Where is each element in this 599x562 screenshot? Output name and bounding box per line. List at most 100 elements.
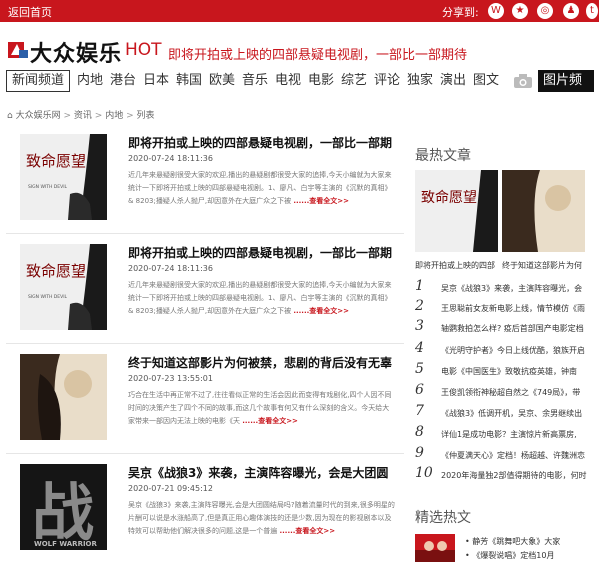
article-item: 战 WOLF WARRIOR 吴京《战狼3》来袭，主演阵容曝光，会是大团圆 20… bbox=[6, 454, 404, 562]
read-more-link[interactable]: ......查看全文>> bbox=[293, 307, 349, 315]
article-summary-text: 近几年来悬疑剧很受大家的欢迎,播出的悬疑剧都很受大家的追捧,今天小编就为大家来统… bbox=[128, 281, 392, 315]
rank-title[interactable]: 详仙1是成功电影？主演惊片新高票房, bbox=[441, 429, 593, 440]
rank-item[interactable]: 3 轴鹦救拍怎么样? 疫后首部国产电影定档 bbox=[415, 318, 593, 338]
thumb-subtitle-text: SIGN WITH DEVIL bbox=[28, 294, 68, 300]
hot-article-caption[interactable]: 即将开拍或上映的四部 bbox=[415, 260, 503, 271]
article-thumbnail[interactable]: 致命愿望 SIGN WITH DEVIL bbox=[20, 134, 107, 220]
thumb-title-text: 致命愿望 bbox=[26, 152, 86, 170]
nav-item-japan[interactable]: 日本 bbox=[143, 70, 169, 92]
top-bar: 返回首页 分享到: W ★ ◎ ♟ t bbox=[0, 0, 599, 22]
hot-article-image[interactable] bbox=[502, 170, 585, 252]
rank-item[interactable]: 9 《仲夏满天心》定档！杨超越、许魏洲恋 bbox=[415, 445, 593, 465]
rank-title[interactable]: 《战狼3》低调开机，吴京、余男继续出 bbox=[441, 408, 593, 419]
read-more-link[interactable]: ......查看全文>> bbox=[279, 527, 335, 535]
hot-articles-title: 最热文章 bbox=[415, 148, 471, 164]
article-date: 2020-07-23 13:55:01 bbox=[128, 374, 213, 383]
rank-number: 2 bbox=[415, 298, 424, 314]
rank-number: 5 bbox=[415, 361, 424, 377]
rank-number: 8 bbox=[415, 424, 424, 440]
logo-icon[interactable] bbox=[8, 40, 28, 60]
rank-number: 4 bbox=[415, 340, 424, 356]
nav-item-korea[interactable]: 韩国 bbox=[176, 70, 202, 92]
weibo-icon[interactable]: W bbox=[488, 3, 504, 19]
share-label: 分享到: bbox=[442, 6, 479, 19]
read-more-link[interactable]: ......查看全文>> bbox=[293, 197, 349, 205]
rank-title[interactable]: 电影《中国医生》致敬抗疫英雄，钟南 bbox=[441, 366, 593, 377]
article-item: 终于知道这部影片为何被禁，悲剧的背后没有无辜 2020-07-23 13:55:… bbox=[6, 344, 404, 454]
rank-item[interactable]: 4 《光明守护者》今日上线优酷，狼族开启 bbox=[415, 340, 593, 360]
rank-title[interactable]: 轴鹦救拍怎么样? 疫后首部国产电影定档 bbox=[441, 323, 593, 334]
camera-icon bbox=[514, 74, 532, 88]
article-summary: 巧合在生活中再正常不过了,往往看似正常的生活会因此而变得有戏剧化,四个人因不同时… bbox=[128, 389, 396, 429]
rank-number: 10 bbox=[415, 465, 433, 481]
hot-headline-link[interactable]: 即将开拍或上映的四部悬疑电视剧，一部比一部期待 bbox=[168, 44, 467, 63]
article-thumbnail[interactable]: 致命愿望 SIGN WITH DEVIL bbox=[20, 244, 107, 330]
rank-number: 6 bbox=[415, 382, 424, 398]
rank-title[interactable]: 王俊凯领衔神秘超自然之《749局》，带 bbox=[441, 387, 593, 398]
nav-item-movie[interactable]: 电影 bbox=[308, 70, 334, 92]
wechat-icon[interactable]: ◎ bbox=[537, 3, 553, 19]
rank-title[interactable]: 2020年海量独2部值得期待的电影，何时 bbox=[441, 470, 593, 481]
breadcrumb-list: 列表 bbox=[136, 111, 155, 121]
rank-item[interactable]: 10 2020年海量独2部值得期待的电影，何时 bbox=[415, 465, 593, 485]
featured-article-image[interactable] bbox=[415, 534, 455, 562]
nav-item-performance[interactable]: 演出 bbox=[440, 70, 466, 92]
article-title-link[interactable]: 即将开拍或上映的四部悬疑电视剧，一部比一部期 bbox=[128, 134, 398, 151]
rank-number: 3 bbox=[415, 318, 424, 334]
nav-item-western[interactable]: 欧美 bbox=[209, 70, 235, 92]
nav-item-exclusive[interactable]: 独家 bbox=[407, 70, 433, 92]
nav-item-mainland[interactable]: 内地 bbox=[77, 70, 103, 92]
hot-label: HOT bbox=[125, 40, 162, 60]
rank-item[interactable]: 1 吴京《战狼3》来袭，主演阵容曝光，会 bbox=[415, 278, 593, 298]
article-title-link[interactable]: 即将开拍或上映的四部悬疑电视剧，一部比一部期 bbox=[128, 244, 398, 261]
home-icon: ⌂ bbox=[7, 111, 13, 121]
rank-number: 9 bbox=[415, 445, 424, 461]
rank-number: 7 bbox=[415, 403, 424, 419]
rank-item[interactable]: 7 《战狼3》低调开机，吴京、余男继续出 bbox=[415, 403, 593, 423]
article-title-link[interactable]: 吴京《战狼3》来袭，主演阵容曝光，会是大团圆 bbox=[128, 464, 398, 481]
thumb-title-text: 致命愿望 bbox=[26, 262, 86, 280]
nav-item-variety[interactable]: 综艺 bbox=[341, 70, 367, 92]
nav-item-hk-tw[interactable]: 港台 bbox=[110, 70, 136, 92]
article-item: 致命愿望 SIGN WITH DEVIL 即将开拍或上映的四部悬疑电视剧，一部比… bbox=[6, 234, 404, 344]
thumb-subtitle-text: SIGN WITH DEVIL bbox=[28, 184, 68, 190]
article-summary-text: 吴京《战狼3》来袭,主演阵容曝光,会是大团圆结局吗?随着流量时代的到来,很多明星… bbox=[128, 501, 395, 535]
rank-title[interactable]: 《仲夏满天心》定档！杨超越、许魏洲恋 bbox=[441, 450, 593, 461]
home-link[interactable]: 返回首页 bbox=[8, 4, 52, 20]
site-logo-text[interactable]: 大众娱乐 bbox=[30, 36, 122, 68]
breadcrumb-home[interactable]: 大众娱乐网 bbox=[16, 111, 61, 121]
article-summary: 吴京《战狼3》来袭,主演阵容曝光,会是大团圆结局吗?随着流量时代的到来,很多明星… bbox=[128, 499, 396, 539]
breadcrumb: ⌂ 大众娱乐网 > 资讯 > 内地 > 列表 bbox=[7, 108, 155, 121]
nav-item-photo-channel[interactable]: 图片频道 bbox=[538, 70, 594, 110]
article-thumbnail[interactable] bbox=[20, 354, 107, 440]
rank-number: 1 bbox=[415, 278, 424, 294]
nav-item-music[interactable]: 音乐 bbox=[242, 70, 268, 92]
rank-title[interactable]: 王思聪前女友新电影上线，情节模仿《雨 bbox=[441, 303, 593, 314]
breadcrumb-news[interactable]: 资讯 bbox=[74, 111, 92, 121]
article-thumbnail[interactable]: 战 WOLF WARRIOR bbox=[20, 464, 107, 550]
article-item: 致命愿望 SIGN WITH DEVIL 即将开拍或上映的四部悬疑电视剧，一部比… bbox=[6, 124, 404, 234]
tencent-weibo-icon[interactable]: t bbox=[586, 3, 598, 19]
nav-item-pictorial[interactable]: 图文 bbox=[473, 70, 499, 92]
hot-article-caption[interactable]: 终于知道这部影片为何 bbox=[502, 260, 590, 271]
hot-article-image[interactable]: 致命愿望 bbox=[415, 170, 498, 252]
rank-item[interactable]: 2 王思聪前女友新电影上线，情节模仿《雨 bbox=[415, 298, 593, 318]
rank-title[interactable]: 《光明守护者》今日上线优酷，狼族开启 bbox=[441, 345, 593, 356]
featured-article-link[interactable]: • 静芳《跳舞吧大象》大家 bbox=[465, 536, 560, 547]
rank-item[interactable]: 5 电影《中国医生》致敬抗疫英雄，钟南 bbox=[415, 361, 593, 381]
breadcrumb-mainland[interactable]: 内地 bbox=[105, 111, 123, 121]
rank-item[interactable]: 6 王俊凯领衔神秘超自然之《749局》，带 bbox=[415, 382, 593, 402]
read-more-link[interactable]: ......查看全文>> bbox=[242, 417, 298, 425]
thumb-subtitle-text: WOLF WARRIOR bbox=[34, 540, 98, 548]
nav-item-news[interactable]: 新闻频道 bbox=[6, 70, 71, 92]
qq-icon[interactable]: ♟ bbox=[563, 3, 579, 19]
article-date: 2020-07-24 18:11:36 bbox=[128, 154, 213, 163]
article-title-link[interactable]: 终于知道这部影片为何被禁，悲剧的背后没有无辜 bbox=[128, 354, 398, 371]
qzone-icon[interactable]: ★ bbox=[512, 3, 528, 19]
nav-item-tv[interactable]: 电视 bbox=[275, 70, 301, 92]
hot-image-title-text: 致命愿望 bbox=[421, 189, 477, 206]
rank-title[interactable]: 吴京《战狼3》来袭，主演阵容曝光，会 bbox=[441, 283, 593, 294]
featured-article-link[interactable]: • 《爆裂说唱》定档10月 bbox=[465, 550, 554, 561]
rank-item[interactable]: 8 详仙1是成功电影？主演惊片新高票房, bbox=[415, 424, 593, 444]
nav-item-review[interactable]: 评论 bbox=[374, 70, 400, 92]
